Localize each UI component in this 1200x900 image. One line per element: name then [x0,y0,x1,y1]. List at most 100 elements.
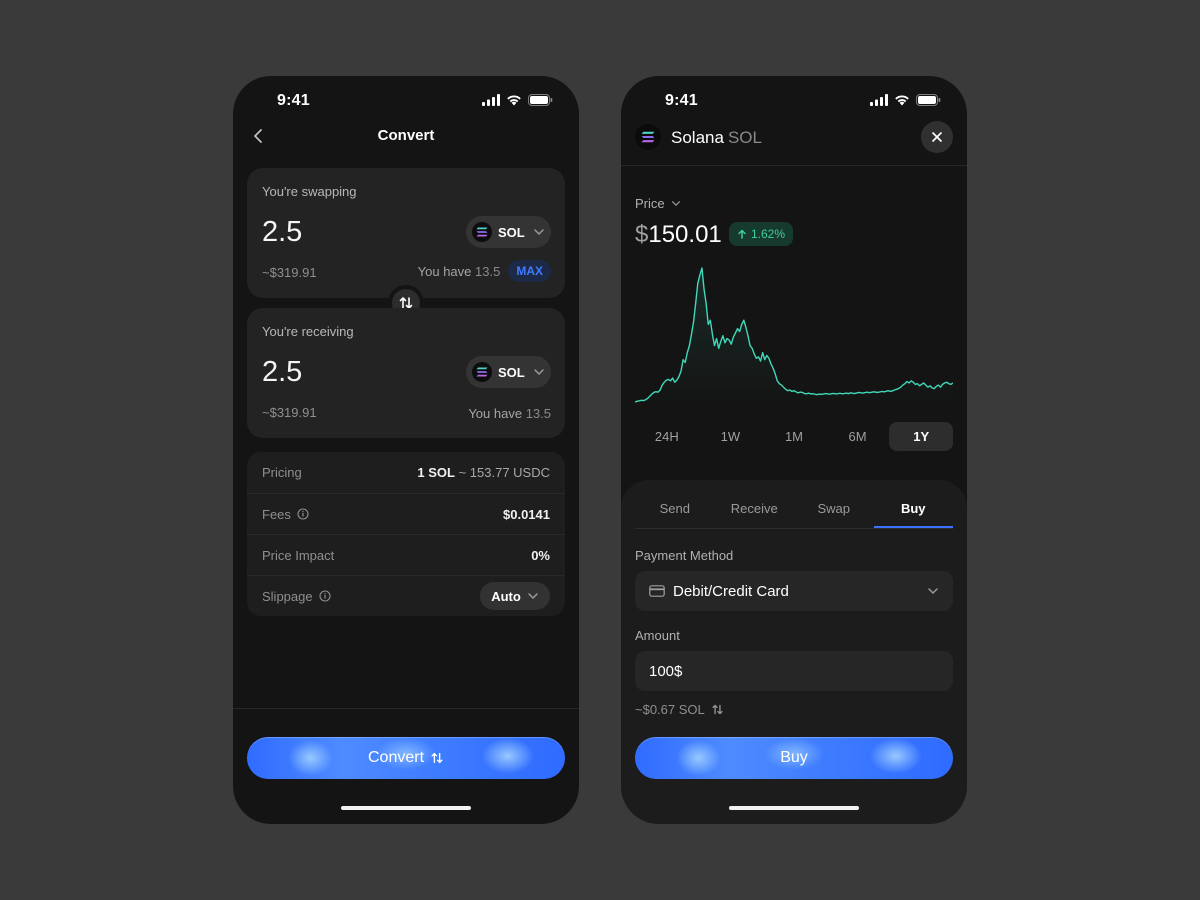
convert-screen: 9:41 Convert You're swapping 2.5 SOL ~$3… [233,76,579,824]
slippage-selector[interactable]: Auto [480,582,550,610]
coin-title: Solana SOL [671,128,762,148]
fees-row: Fees $0.0141 [247,493,565,534]
receiving-usd-value: ~$319.91 [262,405,317,420]
amount-input[interactable]: 100$ [635,651,953,691]
fees-label: Fees [262,506,291,522]
amount-value: 100$ [649,662,683,680]
receiving-token-name: SOL [498,364,525,380]
price-label: Price [635,196,665,211]
receiving-balance: You have 13.5 [468,406,551,421]
swapping-usd-value: ~$319.91 [262,265,317,280]
close-button[interactable] [921,121,953,153]
max-button[interactable]: MAX [508,260,551,282]
info-icon[interactable] [297,508,309,520]
status-icons [870,94,941,106]
balance-value: 13.5 [475,263,501,279]
chevron-down-icon [533,369,544,376]
status-icons [482,94,553,106]
price-change-value: 1.62% [751,227,786,241]
payment-method-select[interactable]: Debit/Credit Card [635,571,953,611]
tab-send[interactable]: Send [635,496,715,528]
amount-label: Amount [635,628,680,643]
price-impact-value: 0% [531,547,550,563]
swapping-token-selector[interactable]: SOL [466,216,551,248]
swapping-token-name: SOL [498,224,525,240]
timeframe-6m[interactable]: 6M [826,422,890,451]
buy-button-label: Buy [780,749,808,766]
price-impact-label: Price Impact [262,547,335,563]
currency-symbol: $ [635,221,649,248]
conversion-value: ~$0.67 SOL [635,702,705,717]
price-value: 150.01 [648,221,722,248]
chevron-down-icon [928,588,938,595]
chevron-down-icon [671,201,680,207]
convert-button-label: Convert [367,749,425,766]
solana-icon [635,124,661,150]
slippage-value: Auto [491,588,521,604]
action-tabs: Send Receive Swap Buy [635,496,953,529]
wifi-icon [507,95,521,106]
chart-area [635,268,953,406]
convert-button[interactable]: Convert [247,737,565,779]
solana-icon [472,222,492,242]
tab-receive[interactable]: Receive [715,496,795,528]
swap-arrows-icon[interactable] [711,703,724,716]
home-indicator [341,806,471,810]
price-impact-row: Price Impact 0% [247,534,565,575]
page-title: Convert [377,127,435,144]
status-bar: 9:41 [621,76,967,126]
tab-buy[interactable]: Buy [873,496,953,528]
action-sheet: Send Receive Swap Buy Payment Method Debit/… [621,480,967,824]
signal-icon [482,94,500,106]
current-price: $150.01 [635,221,722,249]
pricing-row: Pricing 1 SOL ~ 153.77 USDC [247,452,565,493]
swapping-amount-input[interactable]: 2.5 [262,216,302,249]
coin-symbol: SOL [727,128,762,147]
conversion-details: Pricing 1 SOL ~ 153.77 USDC Fees $0.0141… [247,452,565,616]
chevron-down-icon [533,229,544,236]
buy-button[interactable]: Buy [635,737,953,779]
slippage-label: Slippage [262,588,313,604]
conversion-estimate: ~$0.67 SOL [635,702,724,717]
coin-name: Solana [671,128,724,147]
receiving-token-selector[interactable]: SOL [466,356,551,388]
coin-header: Solana SOL [621,120,967,166]
payment-method-label: Payment Method [635,548,734,563]
card-icon [649,585,665,597]
home-indicator [729,806,859,810]
receiving-amount[interactable]: 2.5 [262,356,302,389]
tab-swap[interactable]: Swap [794,496,874,528]
swap-arrows-icon [431,752,443,764]
status-time: 9:41 [665,92,698,109]
chevron-down-icon [528,593,538,600]
swapping-card: You're swapping 2.5 SOL ~$319.91 You hav… [247,168,565,298]
fees-value: $0.0141 [503,506,550,522]
price-selector[interactable]: Price [635,196,681,211]
swapping-balance: You have 13.5 MAX [418,260,551,282]
divider [233,708,579,709]
balance-label: You have [468,406,523,421]
info-icon[interactable] [319,590,331,602]
balance-value: 13.5 [525,406,551,421]
pricing-rate: ~ 153.77 USDC [454,465,550,480]
battery-icon [916,94,941,106]
timeframe-1y[interactable]: 1Y [889,422,953,451]
balance-label: You have [417,263,472,279]
payment-method-value: Debit/Credit Card [673,582,789,600]
battery-icon [528,94,553,106]
coin-detail-screen: 9:41 Solana SOL Price $150.01 1.62% 24H … [621,76,967,824]
arrow-up-icon [738,229,746,239]
swapping-label: You're swapping [262,184,357,199]
slippage-row: Slippage Auto [247,575,565,616]
receiving-card: You're receiving 2.5 SOL ~$319.91 You ha… [247,308,565,438]
solana-icon [472,362,492,382]
timeframe-1m[interactable]: 1M [762,422,826,451]
pricing-label: Pricing [262,465,302,480]
timeframe-1w[interactable]: 1W [699,422,763,451]
close-icon [932,132,942,142]
pricing-value: 1 SOL [417,465,455,480]
timeframe-24h[interactable]: 24H [635,422,699,451]
price-chart[interactable] [635,264,953,406]
signal-icon [870,94,888,106]
receiving-label: You're receiving [262,324,354,339]
